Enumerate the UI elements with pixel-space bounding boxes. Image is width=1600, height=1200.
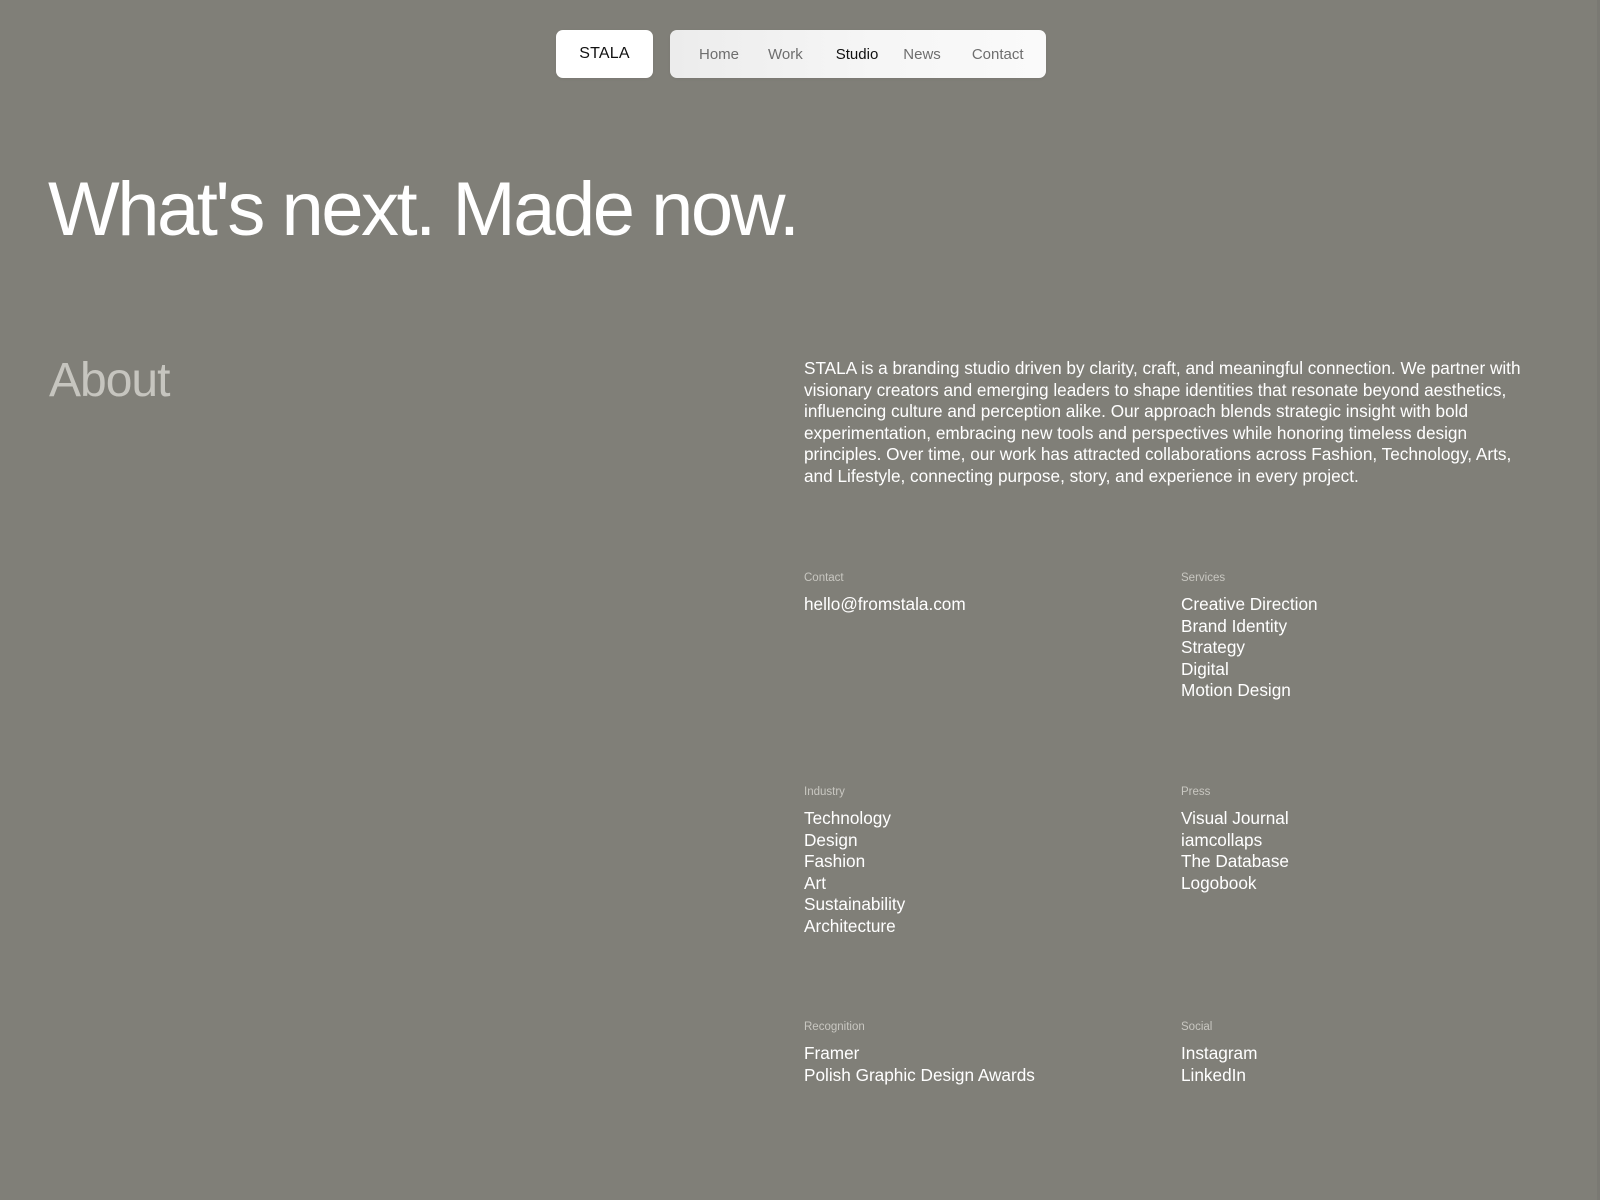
social-list: Instagram LinkedIn <box>1181 1043 1257 1086</box>
site-header: STALA Home Work Studio News Contact <box>556 30 1046 78</box>
industry-list: Technology Design Fashion Art Sustainabi… <box>804 808 905 937</box>
services-section: Services Creative Direction Brand Identi… <box>1181 571 1318 702</box>
list-item: Strategy <box>1181 637 1246 657</box>
social-link-linkedin[interactable]: LinkedIn <box>1181 1065 1257 1087</box>
logo-button[interactable]: STALA <box>556 30 653 78</box>
press-list: Visual Journal iamcollaps The Database L… <box>1181 808 1289 894</box>
recognition-section: Recognition Framer Polish Graphic Design… <box>804 1020 1035 1086</box>
logo-text: STALA <box>579 45 630 62</box>
list-item: Brand Identity <box>1181 615 1288 636</box>
contact-list: hello@fromstala.com <box>804 594 966 616</box>
industry-label: Industry <box>804 786 845 798</box>
services-list: Creative Direction Brand Identity Strate… <box>1181 594 1318 702</box>
press-link-iamcollaps[interactable]: iamcollaps <box>1181 830 1289 852</box>
contact-label: Contact <box>804 572 844 584</box>
list-item: Digital <box>1181 658 1229 679</box>
nav-item-studio[interactable]: Studio <box>836 46 879 63</box>
hero-title: What's next. Made now. <box>48 167 800 252</box>
about-heading: About <box>49 354 170 407</box>
industry-section: Industry Technology Design Fashion Art S… <box>804 785 905 937</box>
services-label: Services <box>1181 572 1226 584</box>
recognition-list: Framer Polish Graphic Design Awards <box>804 1043 1035 1086</box>
recognition-label: Recognition <box>804 1021 865 1033</box>
list-item: Motion Design <box>1181 680 1291 700</box>
main-nav: Home Work Studio News Contact <box>670 30 1046 78</box>
press-link-visual-journal[interactable]: Visual Journal <box>1181 808 1289 830</box>
press-link-the-database[interactable]: The Database <box>1181 851 1289 873</box>
press-label: Press <box>1181 786 1211 798</box>
nav-item-work[interactable]: Work <box>768 46 803 63</box>
nav-item-contact[interactable]: Contact <box>972 46 1024 63</box>
social-label: Social <box>1181 1021 1213 1033</box>
nav-item-news[interactable]: News <box>903 46 941 63</box>
about-description: STALA is a branding studio driven by cla… <box>804 358 1521 486</box>
list-item: Sustainability <box>804 894 906 914</box>
list-item: Creative Direction <box>1181 594 1318 614</box>
contact-section: Contact hello@fromstala.com <box>804 571 966 616</box>
list-item: Technology <box>804 808 891 828</box>
list-item: Design <box>804 829 858 850</box>
press-section: Press Visual Journal iamcollaps The Data… <box>1181 785 1289 894</box>
recognition-link-framer[interactable]: Framer <box>804 1043 1035 1065</box>
social-link-instagram[interactable]: Instagram <box>1181 1043 1257 1065</box>
contact-email-link[interactable]: hello@fromstala.com <box>804 594 966 616</box>
list-item: Fashion <box>804 851 866 871</box>
nav-item-home[interactable]: Home <box>699 46 739 63</box>
social-section: Social Instagram LinkedIn <box>1181 1020 1257 1086</box>
press-link-logobook[interactable]: Logobook <box>1181 873 1289 895</box>
list-item: Architecture <box>804 915 896 936</box>
recognition-link-pgda[interactable]: Polish Graphic Design Awards <box>804 1065 1035 1087</box>
list-item: Art <box>804 872 826 893</box>
